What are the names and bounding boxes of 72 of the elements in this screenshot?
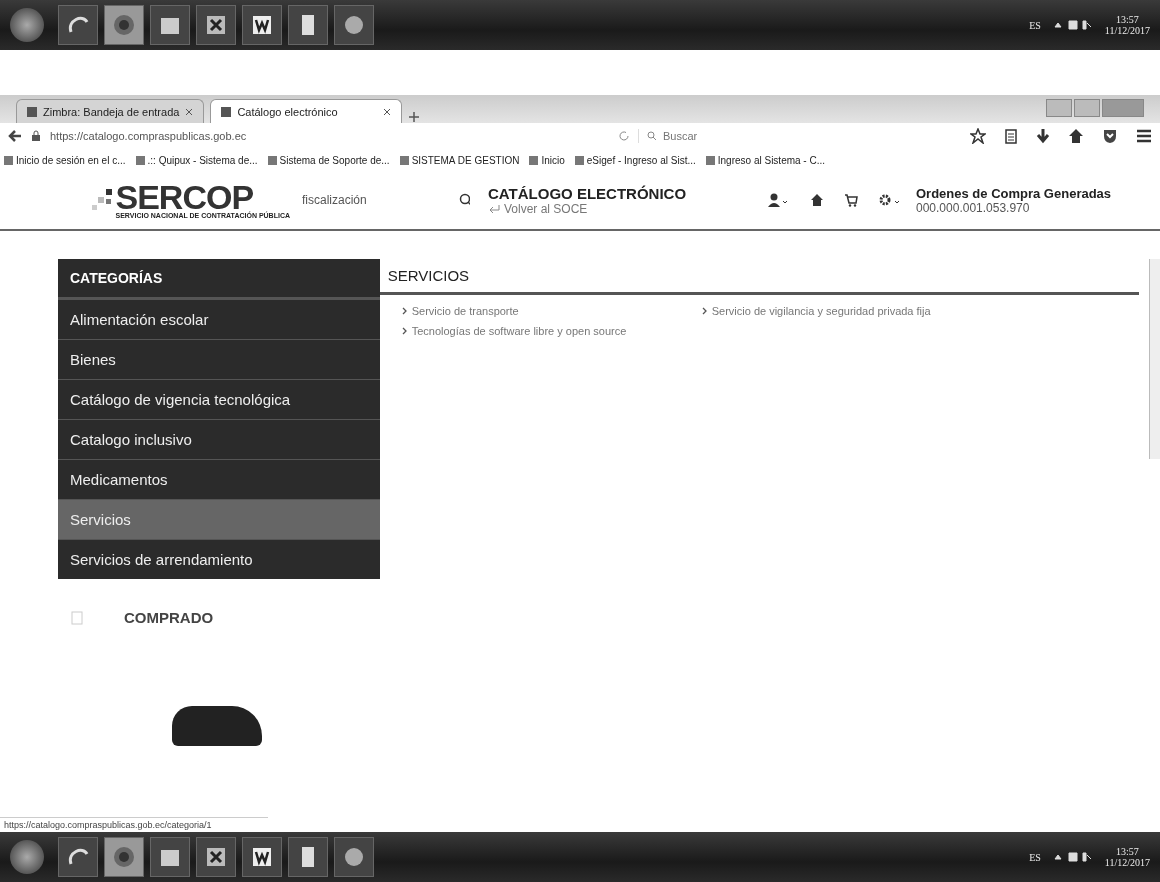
promo-heading: COMPRADO: [124, 609, 214, 626]
reload-icon[interactable]: [618, 130, 630, 142]
spreadsheet-icon[interactable]: [196, 5, 236, 45]
browser-icon[interactable]: [58, 837, 98, 877]
browser-icon[interactable]: [58, 5, 98, 45]
section-heading: SERVICIOS: [379, 259, 1139, 295]
category-item[interactable]: Catalogo inclusivo: [58, 419, 380, 459]
category-item[interactable]: Servicios de arrendamiento: [58, 539, 380, 579]
tab-favicon-icon: [221, 106, 232, 117]
settings-icon[interactable]: [878, 193, 902, 207]
document-icon[interactable]: [242, 5, 282, 45]
tray-icons[interactable]: [1052, 850, 1093, 864]
search-icon: [647, 131, 657, 141]
globe-icon[interactable]: [334, 5, 374, 45]
scrollbar[interactable]: [1149, 259, 1160, 459]
language-indicator[interactable]: ES: [1029, 19, 1041, 31]
browser-icon[interactable]: [104, 5, 144, 45]
clock-date[interactable]: 11/12/2017: [1104, 857, 1150, 868]
home-icon[interactable]: [1068, 128, 1084, 144]
download-icon[interactable]: [1036, 128, 1050, 144]
bookmark-link[interactable]: Inicio: [529, 154, 565, 166]
back-link[interactable]: Volver al SOCE: [504, 201, 588, 216]
subcategory-link[interactable]: Tecnologías de software libre y open source: [411, 325, 627, 337]
shield-icon[interactable]: [1102, 128, 1118, 144]
menu-icon[interactable]: [1136, 129, 1152, 143]
bookmark-link[interactable]: eSigef - Ingreso al Sist...: [574, 154, 696, 166]
bookmark-link[interactable]: Ingreso al Sistema - C...: [705, 154, 826, 166]
bookmark-link[interactable]: Inicio de sesión en el c...: [4, 154, 126, 166]
back-arrow-icon[interactable]: [8, 129, 22, 143]
globe-icon[interactable]: [334, 837, 374, 877]
clock-time[interactable]: 13:57: [1116, 14, 1139, 25]
return-arrow-icon: [488, 203, 500, 214]
star-icon[interactable]: [970, 128, 986, 144]
tray-icons[interactable]: [1052, 18, 1093, 32]
browser-icon[interactable]: [104, 837, 144, 877]
bookmark-link[interactable]: .:: Quipux - Sistema de...: [135, 154, 258, 166]
cart-icon[interactable]: [844, 193, 858, 207]
clipboard-icon[interactable]: [1004, 128, 1018, 144]
logo-wordmark: SERCOP: [115, 181, 254, 212]
orders-label: Ordenes de Compra Generadas: [916, 185, 1112, 201]
category-item[interactable]: Alimentación escolar: [58, 299, 380, 339]
sidebar-heading: CATEGORÍAS: [58, 259, 380, 299]
chevron-right-icon: [701, 307, 707, 315]
bookmark-link[interactable]: SISTEMA DE GESTION: [399, 154, 520, 166]
start-icon[interactable]: [10, 840, 44, 874]
bookmark-link[interactable]: Sistema de Soporte de...: [267, 154, 390, 166]
chevron-right-icon: [401, 307, 407, 315]
subcategory-link[interactable]: Servicio de vigilancia y seguridad privada fija: [711, 305, 931, 317]
new-tab-icon[interactable]: [408, 111, 421, 123]
tab-favicon-icon: [27, 106, 37, 117]
address-field[interactable]: https://catalogo.compraspublicas.gob.ec: [50, 130, 610, 142]
lock-icon: [30, 130, 42, 142]
document-icon[interactable]: [242, 837, 282, 877]
clock-date[interactable]: 11/12/2017: [1104, 25, 1150, 36]
close-icon[interactable]: [383, 107, 392, 116]
browser-tab[interactable]: Zimbra: Bandeja de entrada: [16, 99, 205, 123]
clock-time[interactable]: 13:57: [1116, 846, 1139, 857]
start-icon[interactable]: [10, 8, 44, 42]
category-item[interactable]: Bienes: [58, 339, 380, 379]
category-item[interactable]: Catálogo de vigencia tecnológica: [58, 379, 380, 419]
subcategory-link[interactable]: Servicio de transporte: [411, 305, 519, 317]
home-icon[interactable]: [810, 193, 824, 207]
search-icon[interactable]: [459, 193, 470, 207]
user-menu-icon[interactable]: [768, 193, 790, 207]
close-icon[interactable]: [185, 107, 194, 116]
spreadsheet-icon[interactable]: [196, 837, 236, 877]
site-title: CATÁLOGO ELECTRÓNICO: [488, 184, 688, 202]
language-indicator[interactable]: ES: [1029, 851, 1041, 863]
browser-tab[interactable]: Catálogo electrónico: [210, 99, 403, 123]
category-item[interactable]: Servicios: [58, 499, 380, 539]
orders-count: 000.000.001.053.970: [916, 200, 1030, 215]
chevron-right-icon: [401, 327, 407, 335]
